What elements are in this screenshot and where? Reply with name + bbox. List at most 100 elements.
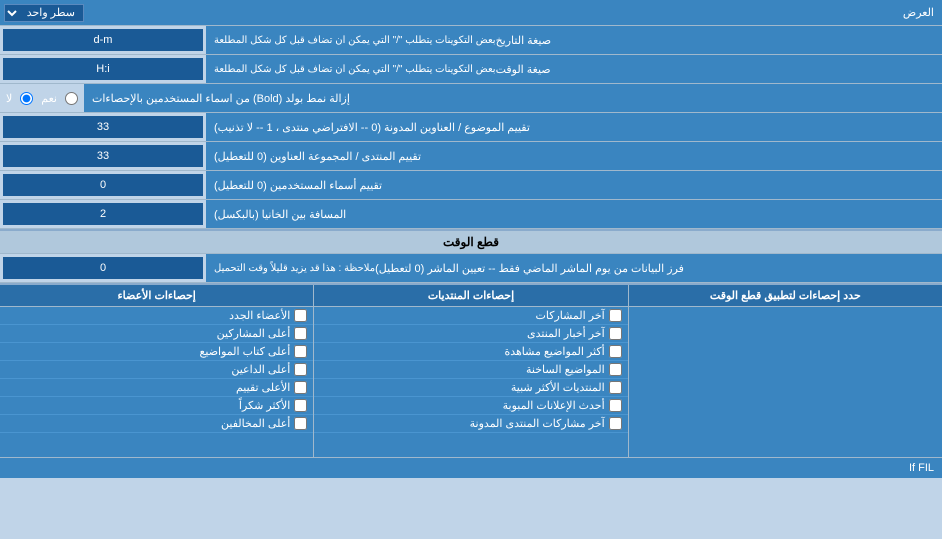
posts-item-6-checkbox[interactable] [609,417,622,430]
members-item-0-checkbox[interactable] [294,309,307,322]
members-item-6-label: أعلى المخالفين [221,417,290,430]
bold-yes-radio[interactable] [65,92,78,105]
data-filter-main: فرز البيانات من يوم الماشر الماضي فقط --… [375,262,684,275]
distance-label: المسافة بين الخانيا (بالبكسل) [206,200,942,228]
data-filter-input[interactable] [3,257,203,279]
list-item: الأكثر شكراً [0,397,313,415]
members-item-3-checkbox[interactable] [294,363,307,376]
members-item-1-label: أعلى المشاركين [217,327,291,340]
forum-title-rank-field[interactable] [9,121,197,133]
list-item: أكثر المواضيع مشاهدة [314,343,627,361]
posts-item-6-label: آخر مشاركات المنتدى المدونة [470,417,605,430]
members-stats-items: الأعضاء الجدد أعلى المشاركين أعلى كتاب ا… [0,307,313,433]
time-format-sub: بعض التكوينات يتطلب "/" التي يمكن ان تضا… [214,64,496,75]
list-item: آخر أخبار المنتدى [314,325,627,343]
data-filter-row: فرز البيانات من يوم الماشر الماضي فقط --… [0,254,942,283]
list-item: أعلى الداعين [0,361,313,379]
main-container: العرض سطر واحد سطرين ثلاثة أسطر صيغة الت… [0,0,942,478]
posts-item-0-checkbox[interactable] [609,309,622,322]
members-item-5-label: الأكثر شكراً [239,399,290,412]
forum-group-rank-label: تقييم المنتدى / المجموعة العناوين (0 للت… [206,142,942,170]
members-item-4-label: الأعلى تقييم [236,381,290,394]
posts-item-4-checkbox[interactable] [609,381,622,394]
list-item: أعلى المخالفين [0,415,313,433]
members-item-4-checkbox[interactable] [294,381,307,394]
bold-no-label: لا [6,92,12,105]
list-item: الأعلى تقييم [0,379,313,397]
posts-item-2-label: أكثر المواضيع مشاهدة [504,345,604,358]
forum-title-rank-label: تقييم الموضوع / العناوين المدونة (0 -- ا… [206,113,942,141]
list-item: أعلى كتاب المواضيع [0,343,313,361]
forum-group-rank-field[interactable] [9,150,197,162]
list-item: الأعضاء الجدد [0,307,313,325]
date-format-main: صيغة التاريخ [496,34,551,47]
posts-item-3-checkbox[interactable] [609,363,622,376]
list-item: أعلى المشاركين [0,325,313,343]
apply-stats-col: حدد إحصاءات لتطبيق قطع الوقت [628,285,942,457]
data-filter-label: فرز البيانات من يوم الماشر الماضي فقط --… [206,254,942,282]
forum-group-rank-row: تقييم المنتدى / المجموعة العناوين (0 للت… [0,142,942,171]
members-item-3-label: أعلى الداعين [231,363,290,376]
posts-item-3-label: المواضيع الساخنة [526,363,605,376]
posts-stats-header: إحصاءات المنتديات [314,285,627,307]
display-row: العرض سطر واحد سطرين ثلاثة أسطر [0,0,942,26]
list-item: المواضيع الساخنة [314,361,627,379]
list-item: المنتديات الأكثر شبية [314,379,627,397]
forum-group-rank-input[interactable] [3,145,203,167]
members-stats-header: إحصاءات الأعضاء [0,285,313,307]
members-item-0-label: الأعضاء الجدد [229,309,290,322]
bottom-note-text: If FIL [909,462,934,474]
list-item: آخر المشاركات [314,307,627,325]
forum-title-rank-input[interactable] [3,116,203,138]
posts-item-2-checkbox[interactable] [609,345,622,358]
list-item: آخر مشاركات المنتدى المدونة [314,415,627,433]
posts-item-5-label: أحدث الإعلانات المبوبة [503,399,605,412]
list-item: أحدث الإعلانات المبوبة [314,397,627,415]
members-item-6-checkbox[interactable] [294,417,307,430]
members-item-2-checkbox[interactable] [294,345,307,358]
time-format-field[interactable] [9,63,197,75]
date-format-field[interactable] [9,34,197,46]
posts-stats-items: آخر المشاركات آخر أخبار المنتدى أكثر الم… [314,307,627,433]
members-stats-col: إحصاءات الأعضاء الأعضاء الجدد أعلى المشا… [0,285,313,457]
apply-stats-header: حدد إحصاءات لتطبيق قطع الوقت [629,285,942,307]
posts-item-1-checkbox[interactable] [609,327,622,340]
user-names-rank-input[interactable] [3,174,203,196]
distance-input[interactable] [3,203,203,225]
date-format-input[interactable] [3,29,203,51]
posts-item-4-label: المنتديات الأكثر شبية [511,381,605,394]
posts-item-5-checkbox[interactable] [609,399,622,412]
display-label: العرض [88,3,942,22]
display-dropdown[interactable]: سطر واحد سطرين ثلاثة أسطر [4,4,84,22]
user-names-rank-label: تقييم أسماء المستخدمين (0 للتعطيل) [206,171,942,199]
bottom-note: If FIL [0,457,942,478]
time-format-input[interactable] [3,58,203,80]
bold-no-radio[interactable] [20,92,33,105]
time-format-main: صيغة الوقت [496,63,551,76]
date-format-sub: بعض التكوينات يتطلب "/" التي يمكن ان تضا… [214,35,496,46]
posts-item-1-label: آخر أخبار المنتدى [527,327,605,340]
time-format-row: صيغة الوقت بعض التكوينات يتطلب "/" التي … [0,55,942,84]
cutoff-header: قطع الوقت [0,229,942,254]
posts-stats-col: إحصاءات المنتديات آخر المشاركات آخر أخبا… [313,285,627,457]
forum-title-rank-row: تقييم الموضوع / العناوين المدونة (0 -- ا… [0,113,942,142]
apply-stats-body [629,307,942,457]
data-filter-sub: ملاحظة : هذا قد يزيد قليلاً وقت التحميل [214,263,375,274]
members-item-5-checkbox[interactable] [294,399,307,412]
bold-remove-radio-group: نعم لا [0,90,84,107]
bold-remove-row: إزالة نمط بولد (Bold) من اسماء المستخدمي… [0,84,942,113]
user-names-rank-row: تقييم أسماء المستخدمين (0 للتعطيل) [0,171,942,200]
stats-section: حدد إحصاءات لتطبيق قطع الوقت إحصاءات الم… [0,283,942,457]
members-item-1-checkbox[interactable] [294,327,307,340]
user-names-rank-field[interactable] [9,179,197,191]
time-format-label: صيغة الوقت بعض التكوينات يتطلب "/" التي … [206,55,942,83]
distance-row: المسافة بين الخانيا (بالبكسل) [0,200,942,229]
display-select-wrap[interactable]: سطر واحد سطرين ثلاثة أسطر [0,2,88,24]
posts-item-0-label: آخر المشاركات [536,309,605,322]
members-item-2-label: أعلى كتاب المواضيع [200,345,291,358]
bold-remove-label: إزالة نمط بولد (Bold) من اسماء المستخدمي… [84,84,942,112]
distance-field[interactable] [9,208,197,220]
data-filter-field[interactable] [9,262,197,274]
date-format-label: صيغة التاريخ بعض التكوينات يتطلب "/" الت… [206,26,942,54]
date-format-row: صيغة التاريخ بعض التكوينات يتطلب "/" الت… [0,26,942,55]
